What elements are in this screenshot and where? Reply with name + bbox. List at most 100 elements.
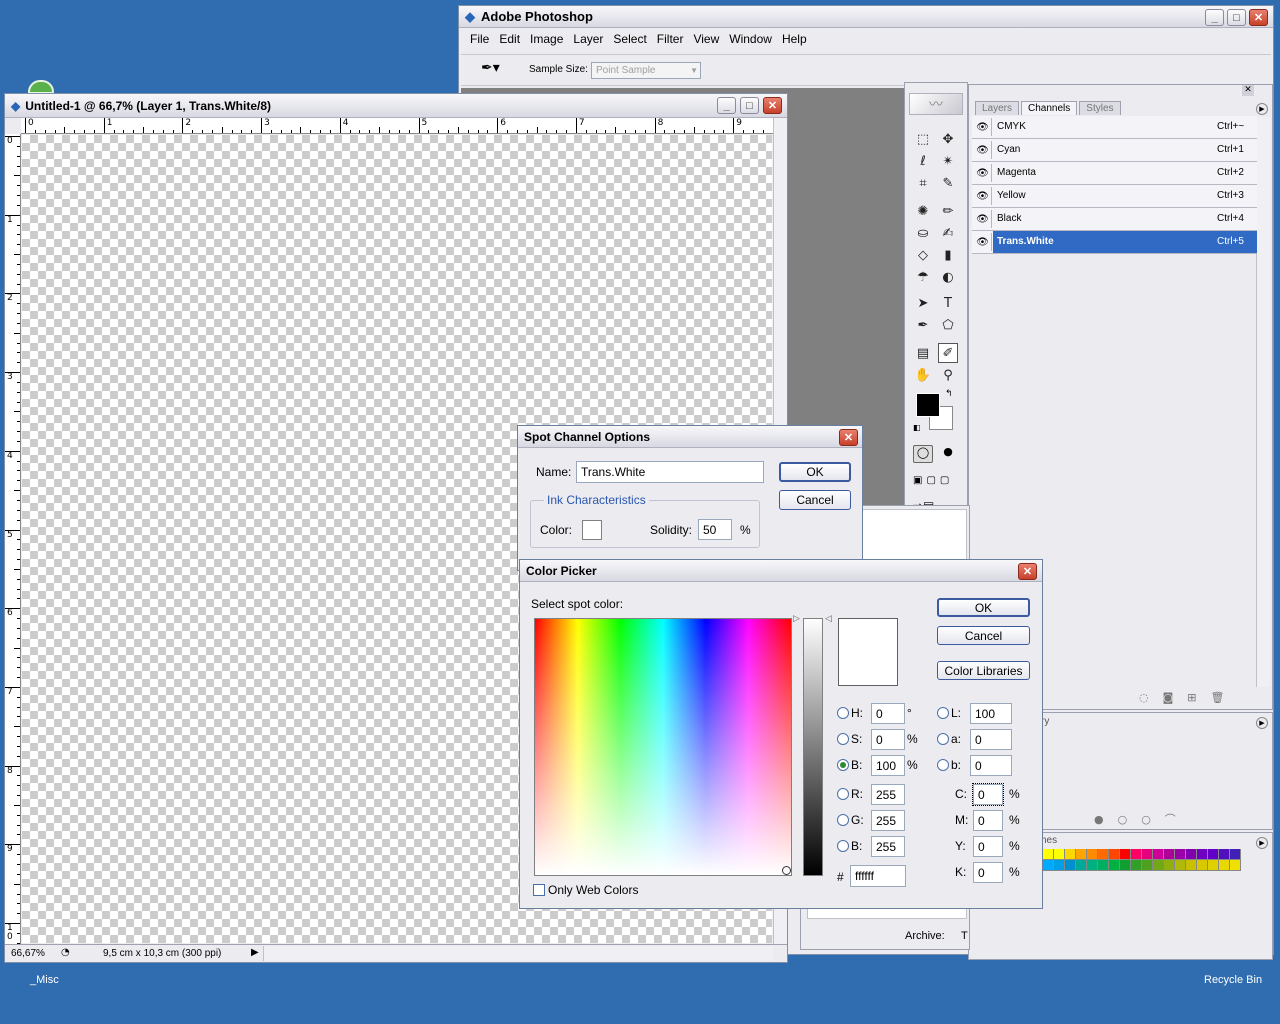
channel-row[interactable]: 👁 Trans.White Ctrl+5 [972,231,1257,254]
slider-arrow-left-icon[interactable]: ▷ [793,614,800,624]
color-swatch[interactable] [1043,860,1054,871]
rgb-input[interactable]: 255 [871,810,905,831]
color-swatch[interactable] [1076,860,1087,871]
desktop-label-misc[interactable]: _Misc [30,974,59,986]
channel-row[interactable]: 👁 Cyan Ctrl+1 [972,139,1257,162]
tab-styles[interactable]: Styles [1079,101,1121,115]
color-swatch[interactable] [1208,860,1219,871]
color-swatch[interactable] [1043,849,1054,860]
color-swatch[interactable] [1153,860,1164,871]
swatches-tab[interactable]: hes [1041,835,1057,846]
panel-menu-icon[interactable]: ▶ [1256,103,1268,115]
color-swatch[interactable] [1142,860,1153,871]
hex-input[interactable]: ffffff [850,865,906,887]
eye-icon[interactable]: 👁 [974,187,992,205]
notes-tool-icon[interactable]: ▤ [913,343,933,363]
color-swatch[interactable] [1197,849,1208,860]
color-libraries-button[interactable]: Color Libraries [937,661,1030,680]
channel-row[interactable]: 👁 Black Ctrl+4 [972,208,1257,231]
radio-hsb-2[interactable] [837,759,849,771]
healing-brush-tool-icon[interactable]: ✺ [913,201,933,221]
color-swatch[interactable] [1098,849,1109,860]
cmyk-input[interactable]: 0 [972,783,1004,806]
zoom-level[interactable]: 66,67% [11,948,45,959]
radio-lab-0[interactable] [937,707,949,719]
ok-button[interactable]: OK [937,598,1030,617]
color-field[interactable] [534,618,792,876]
color-swatch[interactable] [1131,849,1142,860]
color-swatch[interactable] [1054,849,1065,860]
radio-hsb-0[interactable] [837,707,849,719]
cancel-button[interactable]: Cancel [779,490,851,510]
status-menu-arrow-icon[interactable]: ▶ [251,947,259,958]
rgb-input[interactable]: 255 [871,836,905,857]
minimize-button[interactable]: _ [1205,9,1224,26]
color-swatch[interactable] [1142,849,1153,860]
standard-mode-button[interactable]: ◯ [913,445,933,463]
menu-image[interactable]: Image [525,32,568,46]
channel-name-input[interactable]: Trans.White [576,461,764,483]
slider-arrow-right-icon[interactable]: ◁ [825,614,832,624]
channel-row[interactable]: 👁 CMYK Ctrl+~ [972,116,1257,139]
maximize-button[interactable]: □ [740,97,759,114]
color-swatch[interactable] [1120,849,1131,860]
type-tool-icon[interactable]: T [938,293,958,313]
eyedropper-tool-preset-icon[interactable]: ✒▾ [481,60,500,76]
cancel-button[interactable]: Cancel [937,626,1030,645]
color-swatch[interactable] [1109,860,1120,871]
radio-rgb-0[interactable] [837,788,849,800]
color-swatch[interactable] [1230,849,1241,860]
lab-input[interactable]: 0 [970,729,1012,750]
hand-tool-icon[interactable]: ✋ [913,365,933,385]
radio-lab-1[interactable] [937,733,949,745]
menu-help[interactable]: Help [777,32,812,46]
brush-tool-icon[interactable]: ✏ [938,201,958,221]
radio-rgb-1[interactable] [837,814,849,826]
menu-window[interactable]: Window [724,32,777,46]
sample-size-select[interactable]: Point Sample ▼ [591,62,701,79]
color-swatch[interactable] [1098,860,1109,871]
color-swatch[interactable] [1219,849,1230,860]
crop-tool-icon[interactable]: ⌗ [913,173,933,193]
color-swatch[interactable] [1175,860,1186,871]
panel-close-icon[interactable]: ✕ [1242,85,1254,96]
radio-lab-2[interactable] [937,759,949,771]
menu-file[interactable]: File [465,32,494,46]
color-swatch[interactable] [1054,860,1065,871]
lab-input[interactable]: 100 [970,703,1012,724]
close-button[interactable]: ✕ [1018,563,1037,580]
panel-menu-icon[interactable]: ▶ [1256,717,1268,729]
horizontal-scrollbar[interactable] [263,946,773,961]
color-swatch[interactable] [1065,849,1076,860]
color-swatch[interactable] [1120,860,1131,871]
move-tool-icon[interactable]: ✥ [938,129,958,149]
gradient-tool-icon[interactable]: ▮ [938,245,958,265]
color-swatch[interactable] [1197,860,1208,871]
eye-icon[interactable]: 👁 [974,210,992,228]
shape-tool-icon[interactable]: ⬠ [938,315,958,335]
desktop-icon-misc[interactable] [28,80,54,94]
lasso-tool-icon[interactable]: ℓ [913,151,933,171]
eye-icon[interactable]: 👁 [974,141,992,159]
cmyk-input[interactable]: 0 [973,810,1003,831]
clone-stamp-tool-icon[interactable]: ⛀ [913,223,933,243]
radio-hsb-1[interactable] [837,733,849,745]
marquee-tool-icon[interactable]: ⬚ [913,129,933,149]
spot-color-swatch[interactable] [582,520,602,540]
quick-mask-button[interactable]: ● [938,445,958,463]
brightness-slider[interactable] [803,618,823,876]
color-swatch[interactable] [1175,849,1186,860]
color-swatch[interactable] [1131,860,1142,871]
menu-edit[interactable]: Edit [494,32,525,46]
color-swatch[interactable] [1186,860,1197,871]
swap-colors-icon[interactable]: ↰ [945,389,953,399]
menu-select[interactable]: Select [608,32,651,46]
color-swatch[interactable] [1164,860,1175,871]
cmyk-input[interactable]: 0 [973,862,1003,883]
foreground-color-swatch[interactable] [916,393,940,417]
eye-icon[interactable]: 👁 [974,164,992,182]
eye-icon[interactable]: 👁 [974,233,992,251]
default-colors-icon[interactable]: ◧ [913,423,921,432]
magic-wand-tool-icon[interactable]: ✴ [938,151,958,171]
blur-tool-icon[interactable]: ☂ [913,267,933,287]
